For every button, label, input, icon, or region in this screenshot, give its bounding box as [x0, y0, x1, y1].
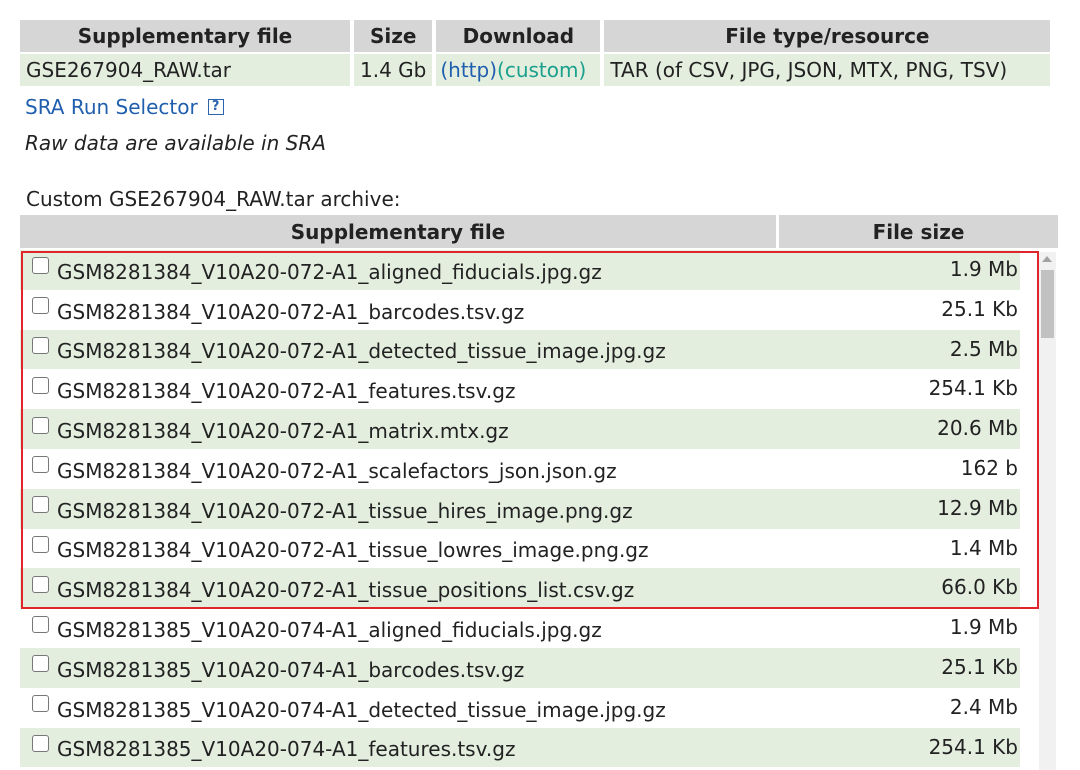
file-name: GSM8281384_V10A20-072-A1_tissue_hires_im… [57, 498, 633, 523]
file-size: 2.4 Mb [949, 694, 1018, 719]
table-row: GSM8281385_V10A20-074-A1_detected_tissue… [20, 688, 1020, 728]
header-file-type: File type/resource [604, 20, 1051, 52]
table-row: GSM8281384_V10A20-072-A1_tissue_hires_im… [20, 488, 1020, 529]
file-checkbox[interactable] [32, 695, 49, 713]
file-name: GSM8281384_V10A20-072-A1_matrix.mtx.gz [57, 419, 509, 444]
http-download-link[interactable]: (http) [440, 58, 497, 82]
archive-rows: GSM8281384_V10A20-072-A1_aligned_fiducia… [20, 250, 1020, 768]
file-name: GSM8281384_V10A20-072-A1_detected_tissue… [57, 339, 666, 364]
file-checkbox[interactable] [32, 615, 49, 633]
file-name: GSM8281384_V10A20-072-A1_features.tsv.gz [57, 379, 516, 404]
file-size: 1.4 Mb [949, 535, 1018, 560]
raw-tar-size: 1.4 Gb [354, 54, 433, 86]
file-size: 66.0 Kb [941, 575, 1018, 600]
supplementary-row: GSE267904_RAW.tar 1.4 Gb (http)(custom) … [20, 54, 1051, 86]
file-size: 2.5 Mb [949, 336, 1018, 361]
file-size: 25.1 Kb [941, 296, 1018, 321]
file-size: 25.1 Kb [941, 654, 1018, 679]
file-name: GSM8281385_V10A20-074-A1_barcodes.tsv.gz [57, 657, 525, 682]
file-checkbox[interactable] [32, 257, 49, 275]
file-size: 254.1 Kb [928, 376, 1018, 401]
file-size: 12.9 Mb [937, 495, 1018, 520]
archive-header-row: Supplementary file File size [20, 215, 1058, 248]
raw-data-note: Raw data are available in SRA [25, 131, 326, 155]
file-name: GSM8281384_V10A20-072-A1_tissue_lowres_i… [57, 538, 649, 563]
file-name: GSM8281384_V10A20-072-A1_barcodes.tsv.gz [57, 299, 525, 324]
table-row: GSM8281384_V10A20-072-A1_tissue_position… [20, 568, 1020, 609]
table-row: GSM8281385_V10A20-074-A1_features.tsv.gz… [20, 727, 1020, 768]
raw-tar-filename: GSE267904_RAW.tar [20, 54, 350, 86]
sra-run-selector-link[interactable]: SRA Run Selector [25, 95, 198, 119]
file-name: GSM8281384_V10A20-072-A1_scalefactors_js… [57, 458, 617, 483]
file-size: 20.6 Mb [937, 416, 1018, 441]
table-row: GSM8281384_V10A20-072-A1_detected_tissue… [20, 329, 1020, 370]
table-row: GSM8281385_V10A20-074-A1_barcodes.tsv.gz… [20, 647, 1020, 688]
custom-download-link[interactable]: (custom) [497, 58, 586, 82]
file-checkbox[interactable] [32, 416, 49, 434]
file-size: 162 b [960, 455, 1018, 480]
file-name: GSM8281385_V10A20-074-A1_detected_tissue… [57, 697, 666, 722]
file-checkbox[interactable] [32, 734, 49, 752]
file-checkbox[interactable] [32, 456, 49, 474]
custom-archive-table: Supplementary file File size GSM8281384_… [20, 215, 1058, 768]
file-checkbox[interactable] [32, 297, 49, 315]
table-row: GSM8281384_V10A20-072-A1_aligned_fiducia… [20, 250, 1020, 290]
table-row: GSM8281385_V10A20-074-A1_aligned_fiducia… [20, 608, 1020, 648]
file-checkbox[interactable] [32, 535, 49, 553]
scrollbar-thumb[interactable] [1041, 270, 1054, 338]
header-supplementary-file: Supplementary file [20, 20, 350, 52]
scroll-up-arrow-icon[interactable] [1042, 256, 1052, 262]
file-name: GSM8281385_V10A20-074-A1_aligned_fiducia… [57, 618, 602, 643]
file-checkbox[interactable] [32, 655, 49, 673]
table-row: GSM8281384_V10A20-072-A1_tissue_lowres_i… [20, 529, 1020, 569]
header-size: Size [354, 20, 433, 52]
header-archive-file: Supplementary file [20, 215, 776, 248]
table-row: GSM8281384_V10A20-072-A1_barcodes.tsv.gz… [20, 290, 1020, 330]
header-archive-size: File size [779, 215, 1058, 248]
file-checkbox[interactable] [32, 575, 49, 593]
file-name: GSM8281384_V10A20-072-A1_aligned_fiducia… [57, 259, 602, 284]
file-checkbox[interactable] [32, 376, 49, 394]
supplementary-file-table: Supplementary file Size Download File ty… [16, 18, 1054, 88]
supplementary-header-row: Supplementary file Size Download File ty… [20, 20, 1051, 52]
file-type-cell: TAR (of CSV, JPG, JSON, MTX, PNG, TSV) [604, 54, 1051, 86]
file-checkbox[interactable] [32, 336, 49, 354]
scrollbar[interactable] [1039, 252, 1056, 770]
sra-line: SRA Run Selector ? [25, 95, 224, 119]
file-size: 254.1 Kb [928, 734, 1018, 759]
file-size: 1.9 Mb [949, 615, 1018, 640]
page: Supplementary file Size Download File ty… [0, 0, 1080, 770]
download-cell: (http)(custom) [436, 54, 601, 86]
header-download: Download [436, 20, 601, 52]
table-row: GSM8281384_V10A20-072-A1_features.tsv.gz… [20, 369, 1020, 409]
file-size: 1.9 Mb [949, 257, 1018, 281]
file-name: GSM8281385_V10A20-074-A1_features.tsv.gz [57, 737, 516, 762]
help-icon[interactable]: ? [207, 99, 224, 115]
table-row: GSM8281384_V10A20-072-A1_matrix.mtx.gz 20… [20, 409, 1020, 449]
file-name: GSM8281384_V10A20-072-A1_tissue_position… [57, 578, 635, 603]
table-row: GSM8281384_V10A20-072-A1_scalefactors_js… [20, 449, 1020, 489]
file-checkbox[interactable] [32, 496, 49, 514]
archive-caption: Custom GSE267904_RAW.tar archive: [26, 187, 401, 211]
